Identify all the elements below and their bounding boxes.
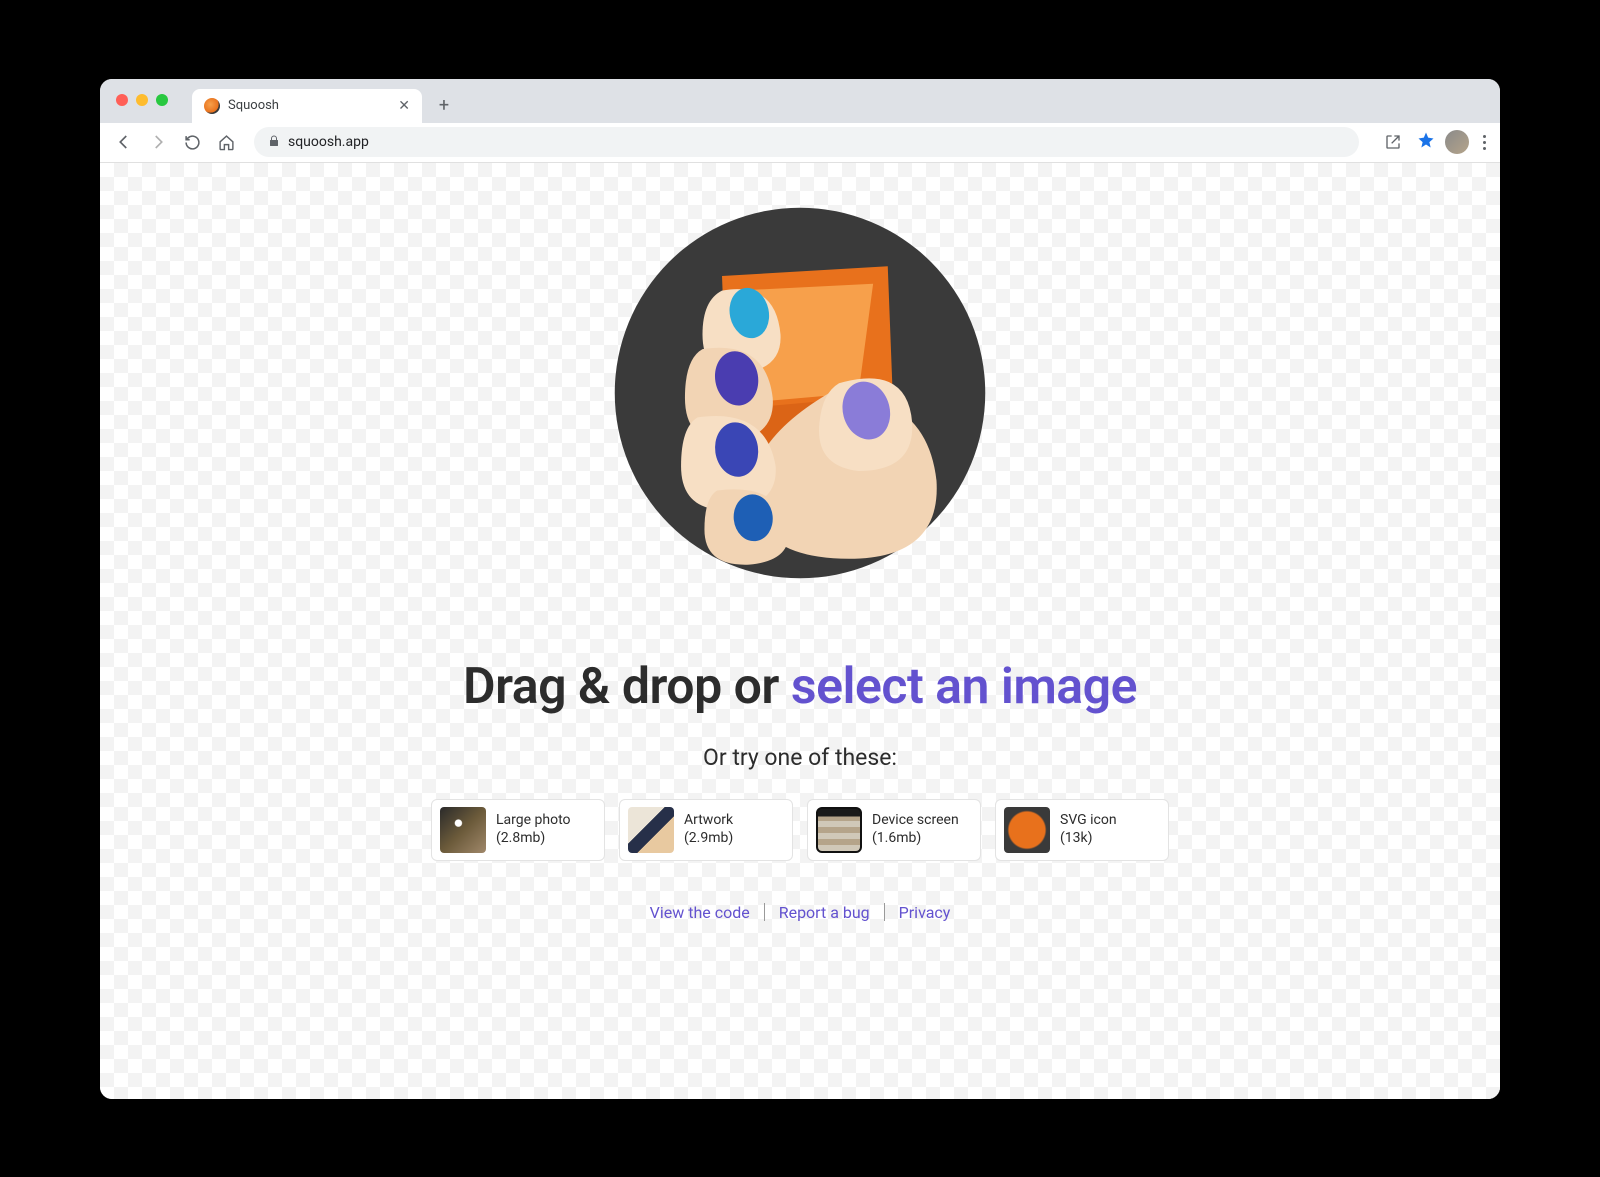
minimize-window-button[interactable]	[136, 94, 148, 106]
sample-size: (1.6mb)	[872, 830, 959, 848]
dot-icon	[1483, 141, 1486, 144]
bookmark-button[interactable]	[1417, 131, 1435, 154]
window-controls	[116, 94, 168, 106]
sample-images-row: Large photo (2.8mb) Artwork (2.9mb) Devi…	[431, 799, 1169, 861]
menu-button[interactable]	[1479, 131, 1490, 154]
sample-label: Artwork	[684, 812, 733, 830]
sample-thumb-icon	[440, 807, 486, 853]
view-code-link[interactable]: View the code	[650, 903, 750, 922]
page-content[interactable]: Drag & drop or select an image Or try on…	[100, 163, 1500, 1099]
footer-links: View the code Report a bug Privacy	[650, 903, 951, 922]
select-image-link[interactable]: select an image	[791, 658, 1137, 716]
back-button[interactable]	[110, 128, 138, 156]
url-text: squoosh.app	[288, 134, 369, 150]
home-icon	[218, 134, 235, 151]
tab-strip: Squoosh ✕ +	[100, 79, 1500, 123]
open-external-icon	[1385, 134, 1401, 150]
headline: Drag & drop or select an image	[463, 658, 1137, 716]
separator	[884, 903, 885, 921]
address-bar[interactable]: squoosh.app	[254, 127, 1359, 157]
new-tab-button[interactable]: +	[430, 92, 458, 120]
sample-artwork[interactable]: Artwork (2.9mb)	[619, 799, 793, 861]
sample-size: (2.8mb)	[496, 830, 571, 848]
maximize-window-button[interactable]	[156, 94, 168, 106]
sample-large-photo[interactable]: Large photo (2.8mb)	[431, 799, 605, 861]
reload-icon	[184, 134, 201, 151]
close-tab-button[interactable]: ✕	[398, 98, 410, 114]
open-external-button[interactable]	[1379, 128, 1407, 156]
sample-size: (2.9mb)	[684, 830, 733, 848]
favicon-icon	[204, 98, 220, 114]
squoosh-logo-icon	[605, 198, 995, 588]
sample-label: SVG icon	[1060, 812, 1117, 830]
home-button[interactable]	[212, 128, 240, 156]
lock-icon	[268, 135, 280, 150]
toolbar-right	[1379, 128, 1490, 156]
dot-icon	[1483, 147, 1486, 150]
privacy-link[interactable]: Privacy	[899, 903, 951, 922]
browser-tab[interactable]: Squoosh ✕	[192, 89, 422, 123]
subhead: Or try one of these:	[703, 744, 897, 771]
sample-label: Device screen	[872, 812, 959, 830]
sample-size: (13k)	[1060, 830, 1117, 848]
arrow-right-icon	[149, 133, 167, 151]
browser-window: Squoosh ✕ + squoosh.app	[100, 79, 1500, 1099]
arrow-left-icon	[115, 133, 133, 151]
tab-title: Squoosh	[228, 98, 390, 113]
squoosh-logo	[605, 198, 995, 588]
sample-thumb-icon	[1004, 807, 1050, 853]
profile-avatar[interactable]	[1445, 130, 1469, 154]
dot-icon	[1483, 135, 1486, 138]
separator	[764, 903, 765, 921]
sample-thumb-icon	[816, 807, 862, 853]
sample-svg-icon[interactable]: SVG icon (13k)	[995, 799, 1169, 861]
reload-button[interactable]	[178, 128, 206, 156]
forward-button[interactable]	[144, 128, 172, 156]
report-bug-link[interactable]: Report a bug	[779, 903, 870, 922]
sample-device-screen[interactable]: Device screen (1.6mb)	[807, 799, 981, 861]
sample-label: Large photo	[496, 812, 571, 830]
headline-prefix: Drag & drop or	[463, 658, 791, 716]
close-window-button[interactable]	[116, 94, 128, 106]
sample-thumb-icon	[628, 807, 674, 853]
browser-toolbar: squoosh.app	[100, 123, 1500, 163]
star-icon	[1417, 131, 1435, 149]
